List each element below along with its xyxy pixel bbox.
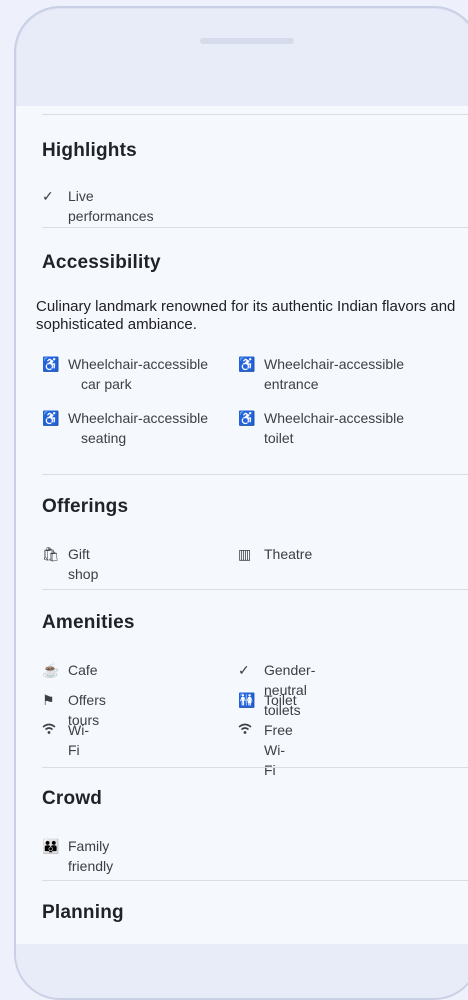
family-icon: 👪: [42, 838, 60, 854]
offering-label: Theatre: [264, 546, 313, 562]
phone-frame: Highlights ✓ Live performances Accessibi…: [14, 6, 468, 1000]
check-icon: ✓: [238, 662, 250, 678]
accessibility-label: Wheelchair-accessible car park: [68, 356, 209, 392]
accessibility-label: Wheelchair-accessible entrance: [264, 356, 405, 392]
divider: [42, 767, 468, 768]
cafe-icon: ☕: [42, 662, 60, 678]
highlights-section: Highlights: [42, 140, 468, 162]
highlight-label: Live performances: [68, 188, 154, 224]
wheelchair-icon: ♿: [42, 410, 60, 426]
section-title-accessibility: Accessibility: [42, 252, 161, 273]
section-title-highlights: Highlights: [42, 140, 137, 161]
amenity-label: Free Wi-Fi: [264, 722, 293, 778]
divider: [42, 114, 468, 115]
divider: [42, 227, 468, 228]
section-title-offerings: Offerings: [42, 496, 129, 517]
check-icon: ✓: [42, 188, 54, 204]
crowd-label: Family friendly: [68, 838, 114, 874]
offerings-section: Offerings: [42, 496, 468, 518]
amenities-section: Amenities: [42, 612, 468, 634]
divider: [42, 474, 468, 475]
crowd-section: Crowd: [42, 788, 468, 810]
shopping-bag-icon: 🛍: [42, 546, 60, 562]
wheelchair-icon: ♿: [238, 356, 256, 372]
accessibility-label: Wheelchair-accessible seating: [68, 410, 209, 446]
wheelchair-icon: ♿: [238, 410, 256, 426]
amenity-label: Toilet: [264, 692, 297, 708]
phone-bottom-bezel: [16, 944, 468, 998]
wheelchair-icon: ♿: [42, 356, 60, 372]
offering-label: Gift shop: [68, 546, 99, 582]
planning-section: Planning: [42, 902, 468, 924]
toilet-icon: 🚻: [238, 692, 256, 708]
wifi-icon: [42, 720, 60, 740]
amenity-label: Wi-Fi: [68, 722, 89, 758]
place-description: Culinary landmark renowned for its authe…: [36, 298, 456, 333]
divider: [42, 589, 468, 590]
amenity-label: Cafe: [68, 662, 98, 678]
accessibility-label: Wheelchair-accessible toilet: [264, 410, 405, 446]
speaker-grille: [200, 38, 294, 44]
divider: [42, 880, 468, 881]
accessibility-section: Accessibility: [42, 252, 468, 274]
theatre-icon: ▥: [238, 546, 252, 562]
section-title-amenities: Amenities: [42, 612, 135, 633]
section-title-planning: Planning: [42, 902, 124, 923]
flag-icon: ⚑: [42, 692, 55, 708]
place-details-screen[interactable]: Highlights ✓ Live performances Accessibi…: [16, 106, 468, 944]
section-title-crowd: Crowd: [42, 788, 103, 809]
wifi-icon: [238, 720, 256, 740]
